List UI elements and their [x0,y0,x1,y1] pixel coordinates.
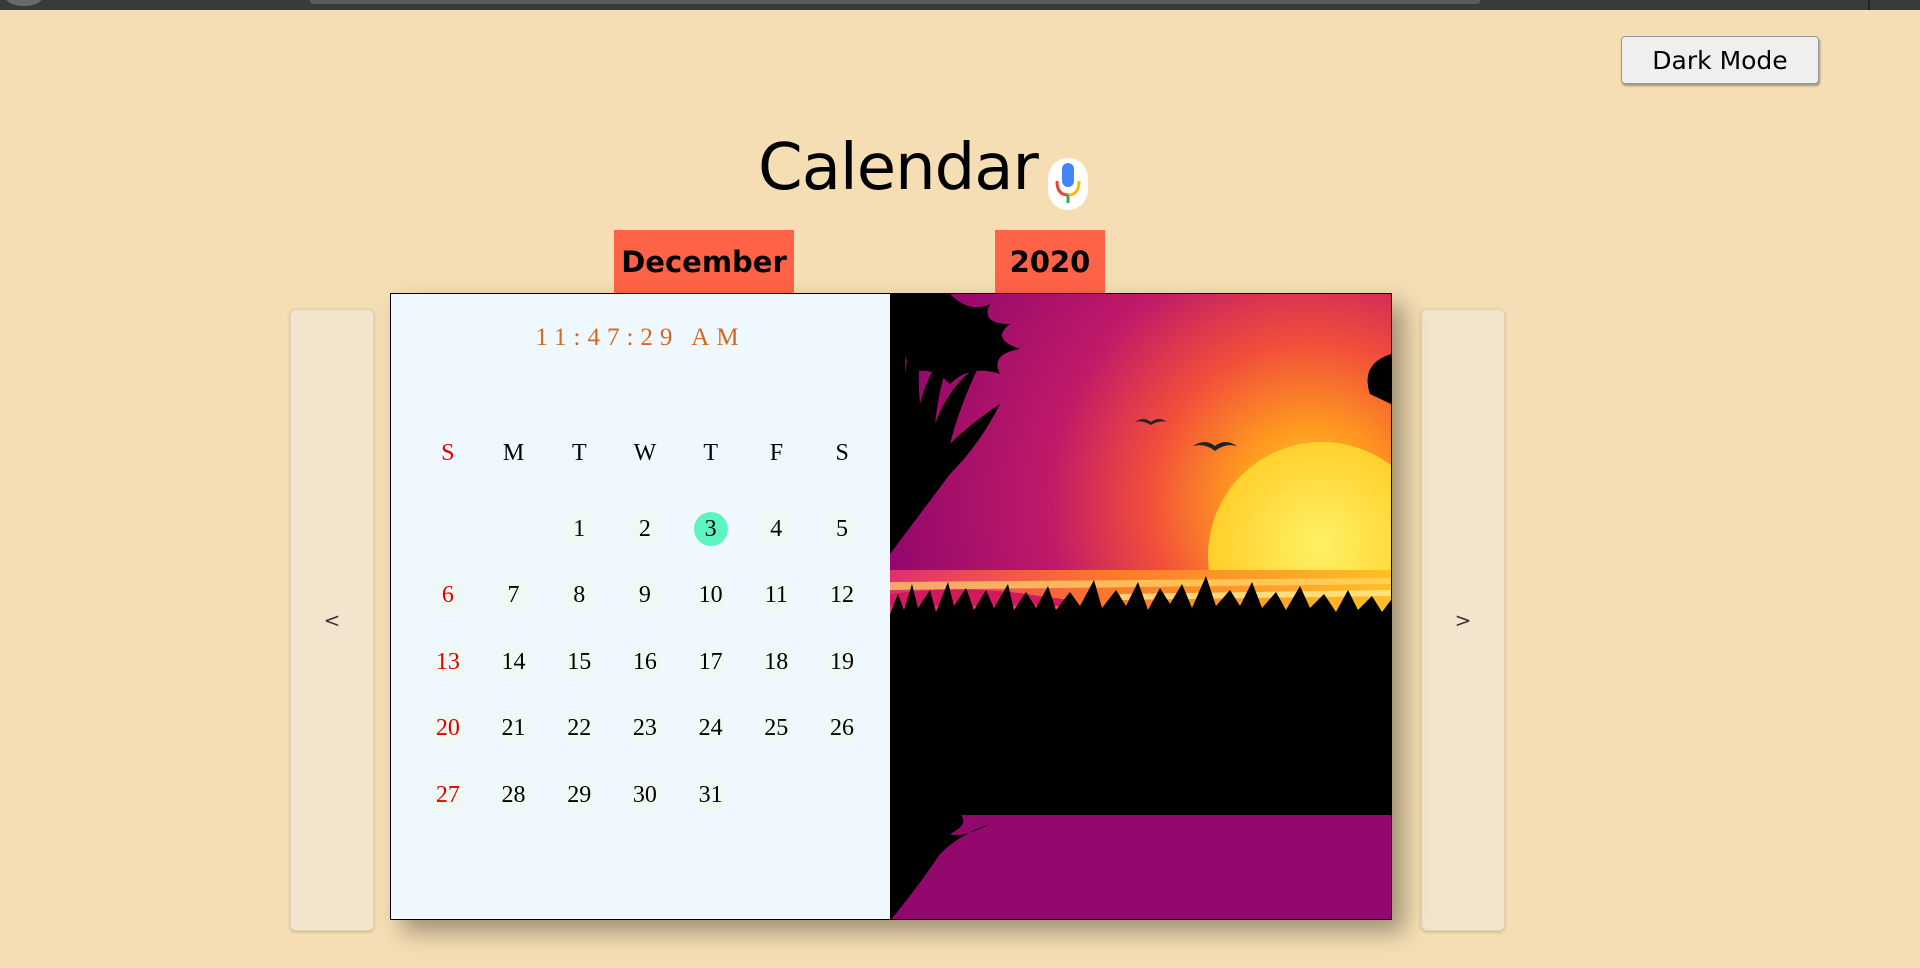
weekday-friday: F [769,440,784,466]
day-cell[interactable]: 23 [627,711,662,746]
day-cell[interactable]: 11 [759,578,794,613]
weekday-wednesday: W [633,440,657,466]
page-title: Calendar [758,131,1039,205]
sunset-palm-image [890,294,1391,919]
day-cell[interactable]: 18 [759,645,794,679]
days-grid: 1 2 3 4 5 6 7 8 9 10 11 12 13 14 15 16 17 18 19 20 21 22 23 24 2… [415,512,875,845]
day-cell[interactable]: 24 [693,711,728,746]
day-cell[interactable]: 27 [430,778,465,812]
next-month-button[interactable]: > [1421,309,1505,931]
day-cell[interactable]: 25 [759,711,794,746]
day-cell[interactable]: 9 [627,578,662,613]
day-cell[interactable]: 5 [824,512,859,546]
day-cell[interactable]: 26 [824,711,859,746]
day-cell[interactable]: 12 [824,578,859,613]
day-cell[interactable]: 19 [824,645,859,679]
browser-address-bar[interactable] [310,0,1480,4]
microphone-icon[interactable] [1047,158,1088,210]
day-cell-today[interactable]: 3 [693,512,728,546]
sunset-scene-svg [890,294,1391,919]
dark-mode-button[interactable]: Dark Mode [1621,36,1819,84]
day-cell[interactable]: 28 [496,778,531,812]
day-cell[interactable]: 4 [759,512,794,546]
weekday-header: S M T W T F S [415,440,875,467]
empty-cell [497,512,531,546]
day-cell[interactable]: 1 [562,512,597,546]
weekday-tuesday: T [571,440,587,466]
browser-button-icon[interactable] [6,0,42,6]
year-tab[interactable]: 2020 [995,230,1105,294]
day-cell[interactable]: 20 [430,711,465,746]
calendar-card: 11:47:29 AM S M T W T F S 1 2 3 4 5 6 7 8 9 10 11 1… [390,293,1392,920]
day-cell[interactable]: 16 [627,645,662,679]
day-cell[interactable]: 31 [693,778,728,812]
month-tab[interactable]: December [614,230,794,294]
day-cell[interactable]: 17 [693,645,728,679]
empty-cell [431,512,465,546]
day-cell[interactable]: 10 [693,578,728,613]
weekday-monday: M [502,440,525,466]
day-cell[interactable]: 14 [496,645,531,679]
day-cell[interactable]: 29 [562,778,597,812]
day-cell[interactable]: 7 [496,578,531,613]
weekday-thursday: T [703,440,719,466]
browser-top-bar [0,0,1920,10]
title-area: Calendar [758,100,1088,210]
weekday-sunday: S [441,440,455,466]
day-cell[interactable]: 30 [627,778,662,812]
day-cell[interactable]: 2 [627,512,662,546]
day-cell[interactable]: 22 [562,711,597,746]
day-cell[interactable]: 15 [562,645,597,679]
day-cell[interactable]: 6 [430,578,465,613]
day-cell[interactable]: 21 [496,711,531,746]
browser-divider [1868,0,1870,10]
prev-month-button[interactable]: < [290,309,374,931]
clock-display: 11:47:29 AM [535,324,746,351]
day-cell[interactable]: 13 [430,645,465,679]
weekday-saturday: S [835,440,849,466]
day-cell[interactable]: 8 [562,578,597,613]
calendar-panel: 11:47:29 AM S M T W T F S 1 2 3 4 5 6 7 8 9 10 11 1… [391,294,890,919]
